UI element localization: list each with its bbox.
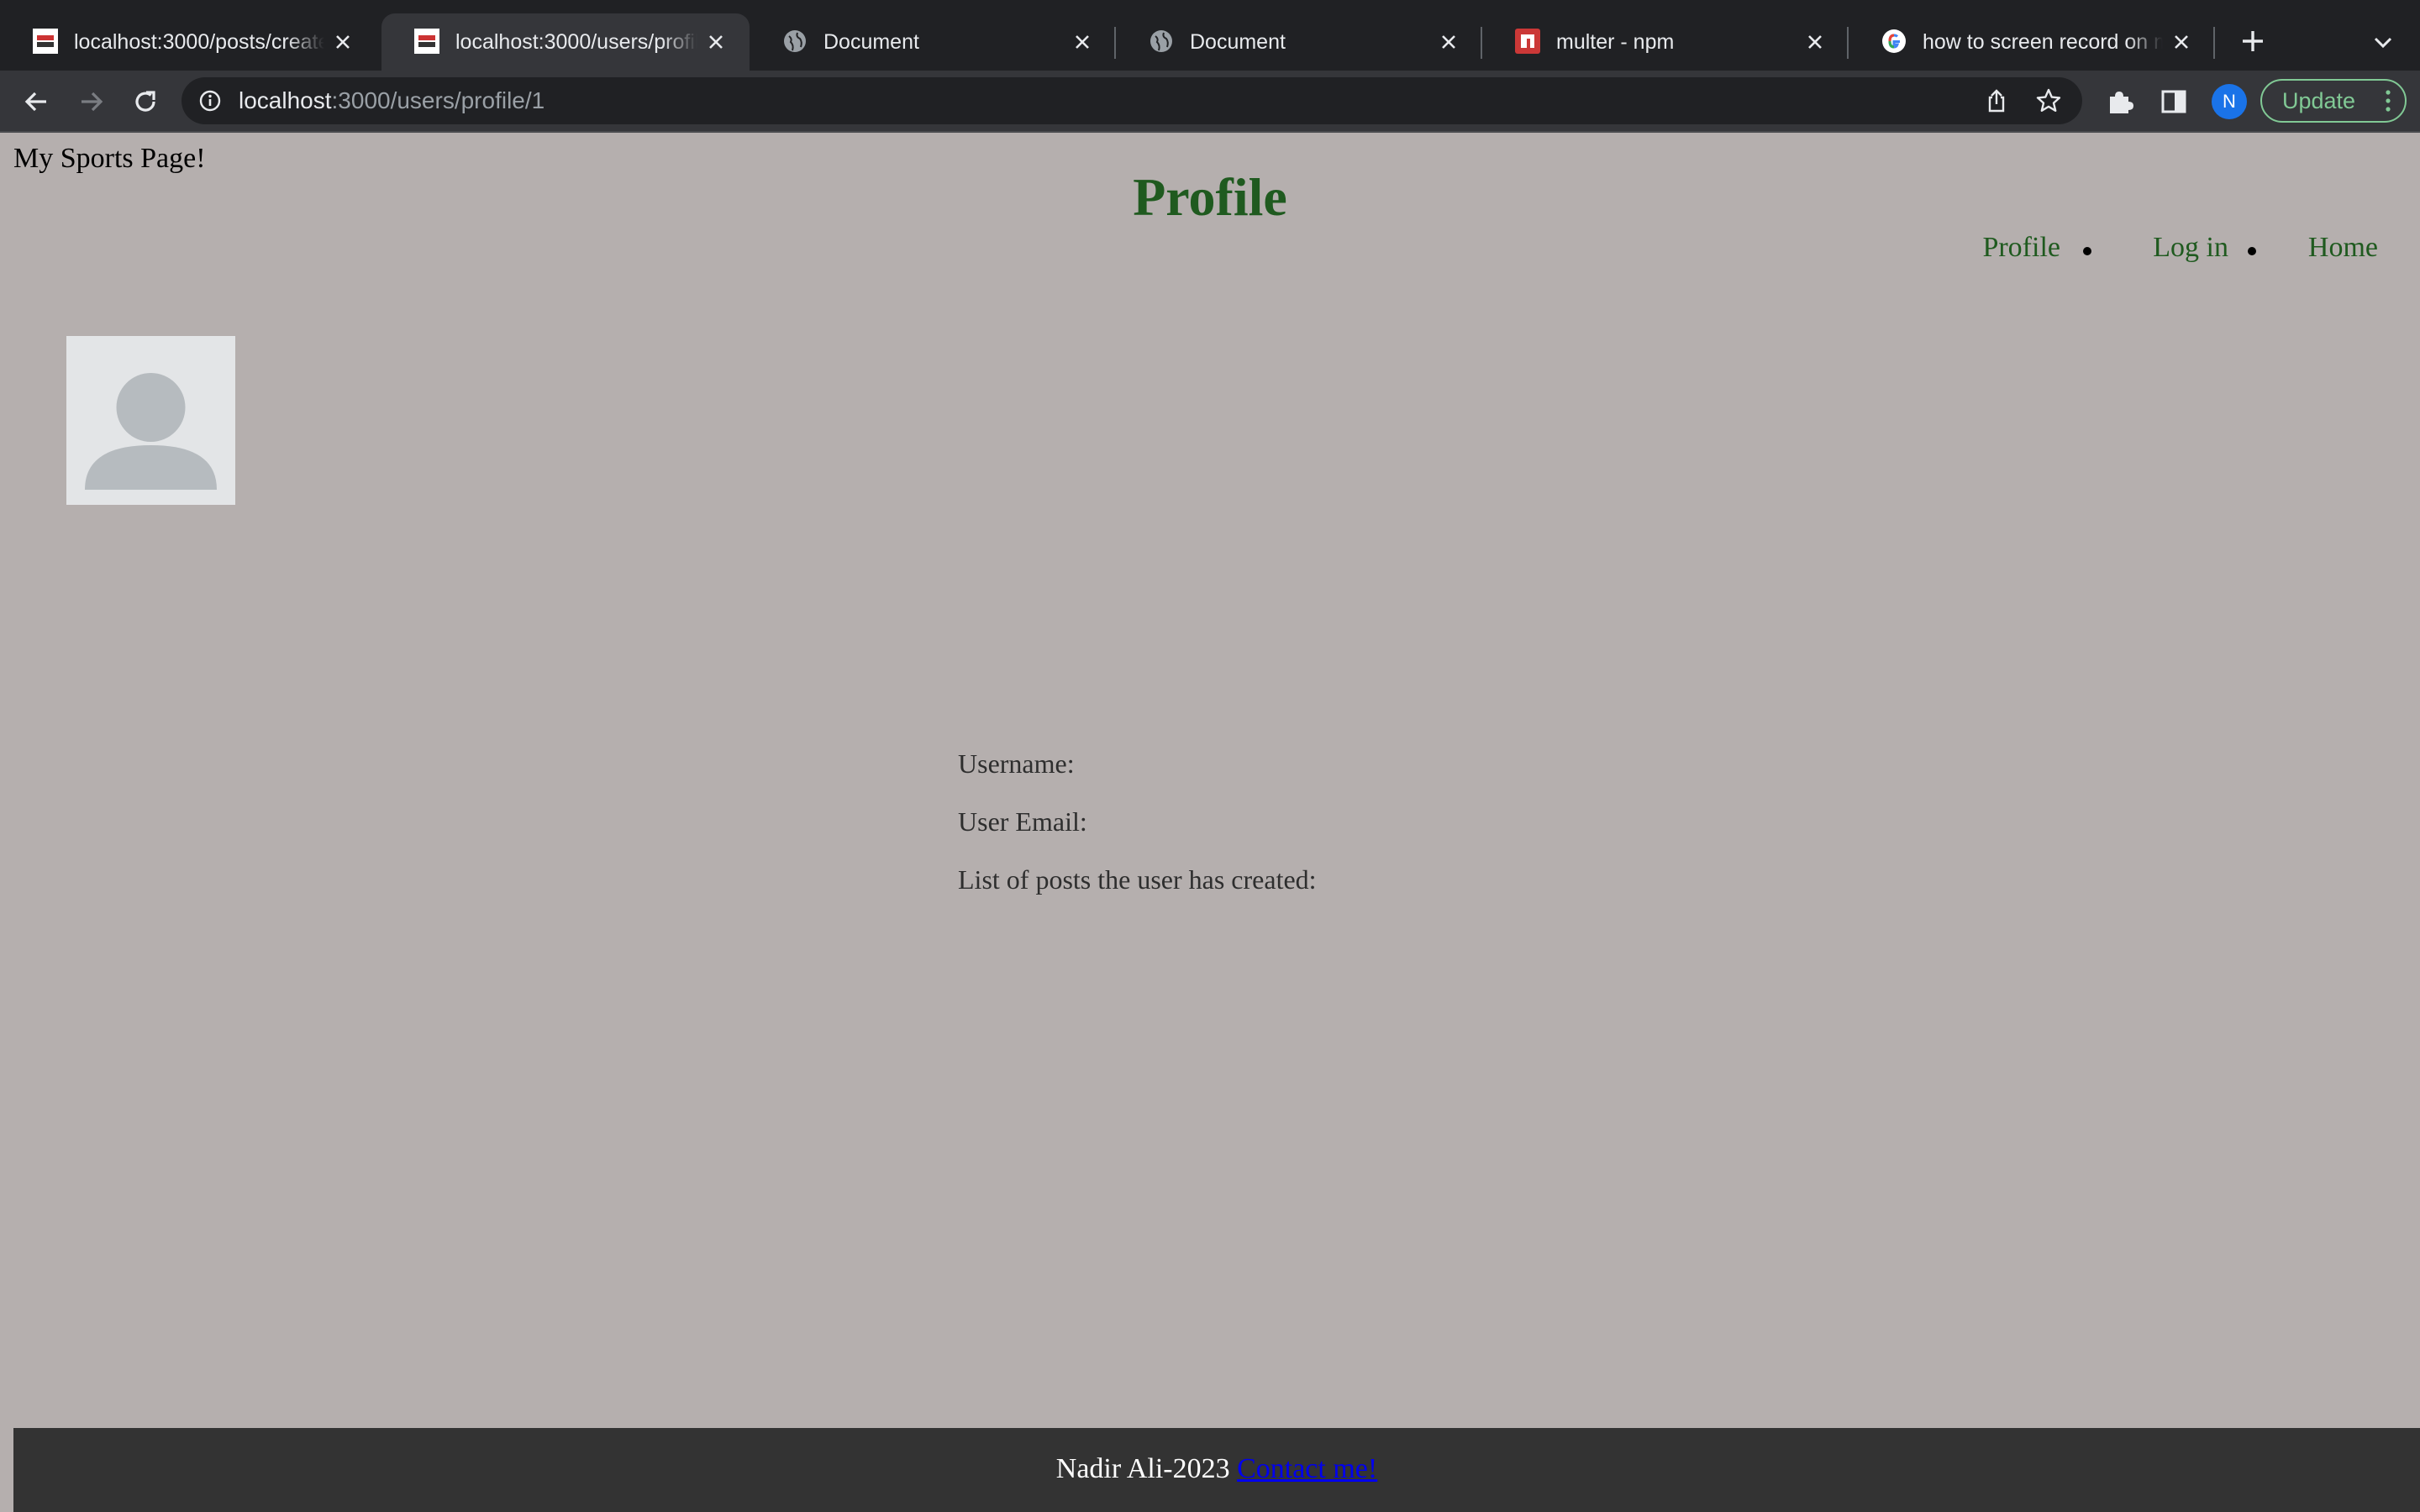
footer-credit: Nadir Ali-2023: [1055, 1453, 1230, 1484]
browser-tab-active[interactable]: localhost:3000/users/profile/1: [381, 13, 750, 71]
npm-icon: [1514, 28, 1541, 55]
page-footer: Nadir Ali-2023 Contact me!: [13, 1428, 2420, 1512]
url-host: localhost: [239, 87, 332, 113]
page-title: Profile: [1133, 167, 1287, 227]
site-logo-icon: [32, 28, 59, 55]
site-info-icon[interactable]: [198, 89, 222, 113]
nav-link-profile[interactable]: Profile: [1982, 232, 2060, 264]
tab-title: localhost:3000/users/profile/1: [455, 30, 697, 54]
default-user-avatar-icon: [85, 373, 217, 490]
nav-bullet: [2083, 247, 2091, 255]
nav-link-home[interactable]: Home: [2308, 232, 2378, 264]
google-icon: [1881, 28, 1907, 55]
globe-icon: [1148, 28, 1175, 55]
update-button[interactable]: Update: [2260, 79, 2407, 123]
tab-title: localhost:3000/posts/create: [74, 30, 324, 54]
chrome-divider: [0, 131, 2420, 133]
browser-tab[interactable]: multer - npm: [1482, 13, 1849, 71]
tab-title: Document: [1190, 30, 1286, 54]
forward-arrow-icon[interactable]: [76, 86, 108, 118]
side-panel-icon[interactable]: [2158, 86, 2190, 118]
share-icon[interactable]: [1983, 87, 2010, 114]
back-arrow-icon[interactable]: [20, 86, 52, 118]
tab-title: multer - npm: [1556, 30, 1675, 54]
username-label: Username:: [958, 748, 1075, 779]
url-text[interactable]: localhost:3000/users/profile/1: [239, 77, 544, 124]
extensions-puzzle-icon[interactable]: [2104, 86, 2136, 118]
close-icon[interactable]: [1805, 32, 1825, 52]
update-label: Update: [2282, 88, 2356, 113]
browser-toolbar: localhost:3000/users/profile/1 N Update: [0, 71, 2420, 131]
close-icon[interactable]: [2171, 32, 2191, 52]
close-icon[interactable]: [1072, 32, 1092, 52]
tab-title: Document: [823, 30, 919, 54]
reload-icon[interactable]: [129, 86, 161, 118]
browser-tab[interactable]: how to screen record on mac: [1849, 13, 2215, 71]
posts-list-label: List of posts the user has created:: [958, 864, 1317, 895]
close-icon[interactable]: [706, 32, 726, 52]
browser-tab[interactable]: localhost:3000/posts/create: [0, 13, 376, 71]
tab-search-chevron-down-icon[interactable]: [2371, 30, 2395, 54]
browser-profile-avatar[interactable]: N: [2212, 84, 2247, 119]
user-email-label: User Email:: [958, 806, 1087, 837]
kebab-menu-icon[interactable]: [2381, 89, 2395, 113]
contact-link[interactable]: Contact me!: [1237, 1453, 1377, 1484]
browser-tab[interactable]: Document: [1116, 13, 1482, 71]
globe-icon: [781, 28, 808, 55]
new-tab-plus-icon[interactable]: [2237, 25, 2269, 57]
address-bar[interactable]: localhost:3000/users/profile/1: [182, 77, 2082, 124]
nav-link-log-in[interactable]: Log in: [2153, 232, 2228, 264]
tab-title: how to screen record on mac: [1923, 30, 2163, 54]
close-icon[interactable]: [333, 32, 353, 52]
profile-avatar-image: [66, 336, 235, 505]
tab-separator: [2213, 27, 2215, 59]
close-icon[interactable]: [1439, 32, 1459, 52]
site-logo-icon: [413, 28, 440, 55]
url-path: :3000/users/profile/1: [331, 87, 545, 113]
nav-bullet: [2248, 247, 2256, 255]
bookmark-star-icon[interactable]: [2035, 87, 2062, 114]
browser-tab-strip: localhost:3000/posts/create localhost:30…: [0, 0, 2420, 71]
browser-tab[interactable]: Document: [750, 13, 1116, 71]
